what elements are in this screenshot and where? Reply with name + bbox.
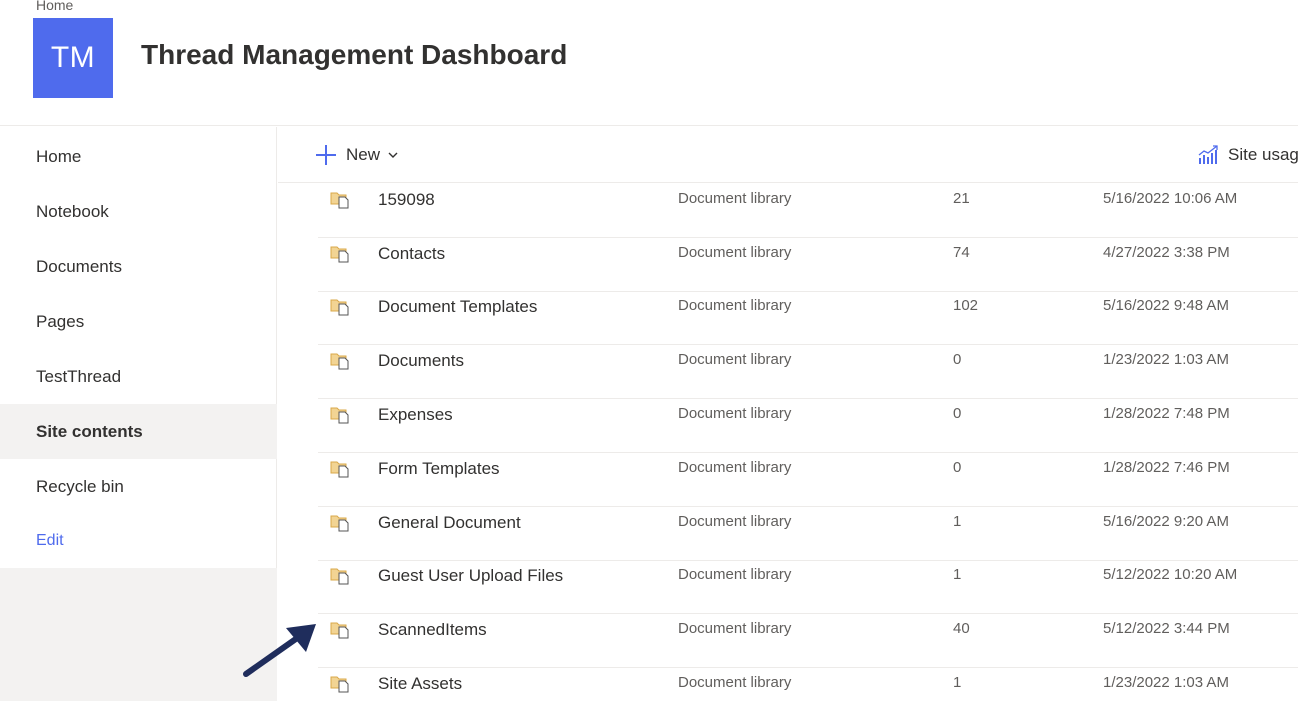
row-name[interactable]: Expenses: [378, 405, 453, 425]
nav-item-notebook[interactable]: Notebook: [0, 184, 277, 239]
nav-item-pages[interactable]: Pages: [0, 294, 277, 349]
row-modified: 5/16/2022 9:48 AM: [1103, 297, 1229, 314]
row-type: Document library: [678, 190, 792, 207]
breadcrumb[interactable]: Home: [36, 0, 73, 13]
row-count: 1: [953, 566, 962, 583]
page-title[interactable]: Thread Management Dashboard: [141, 39, 567, 71]
document-library-icon: [330, 407, 349, 424]
site-usage-button[interactable]: Site usag: [1198, 141, 1298, 169]
list-item[interactable]: Guest User Upload Files Document library…: [318, 560, 1298, 614]
row-type: Document library: [678, 674, 792, 691]
command-bar: New Site usag: [278, 127, 1298, 183]
row-count: 74: [953, 244, 970, 261]
list-item[interactable]: Expenses Document library 0 1/28/2022 7:…: [318, 399, 1298, 453]
document-library-icon: [330, 568, 349, 585]
row-count: 0: [953, 459, 962, 476]
row-count: 40: [953, 620, 970, 637]
list-item[interactable]: Form Templates Document library 0 1/28/2…: [318, 453, 1298, 507]
row-count: 0: [953, 351, 962, 368]
row-type: Document library: [678, 405, 792, 422]
row-name[interactable]: ScannedItems: [378, 620, 487, 640]
nav-list: Home Notebook Documents Pages TestThread…: [0, 127, 277, 568]
document-library-icon: [330, 299, 349, 316]
nav-item-testthread[interactable]: TestThread: [0, 349, 277, 404]
row-type: Document library: [678, 513, 792, 530]
nav-item-recycle-bin[interactable]: Recycle bin: [0, 459, 277, 514]
row-type: Document library: [678, 351, 792, 368]
nav-item-site-contents[interactable]: Site contents: [0, 404, 277, 459]
new-button[interactable]: New: [316, 141, 398, 169]
new-button-label: New: [346, 145, 381, 164]
list-item[interactable]: General Document Document library 1 5/16…: [318, 507, 1298, 561]
row-name[interactable]: Site Assets: [378, 674, 462, 694]
list-item[interactable]: ScannedItems Document library 40 5/12/20…: [318, 614, 1298, 668]
row-name[interactable]: Form Templates: [378, 459, 500, 479]
document-library-icon: [330, 676, 349, 693]
list-item[interactable]: Document Templates Document library 102 …: [318, 291, 1298, 345]
row-modified: 1/23/2022 1:03 AM: [1103, 351, 1229, 368]
row-name[interactable]: Document Templates: [378, 297, 537, 317]
site-usage-label: Site usag: [1228, 145, 1298, 164]
document-library-icon: [330, 622, 349, 639]
document-library-icon: [330, 461, 349, 478]
nav-item-documents[interactable]: Documents: [0, 239, 277, 294]
row-modified: 1/28/2022 7:48 PM: [1103, 405, 1230, 422]
list-item[interactable]: Site Assets Document library 1 1/23/2022…: [318, 668, 1298, 722]
row-type: Document library: [678, 566, 792, 583]
main-content: New Site usag 159098 Document library 21: [278, 127, 1298, 701]
row-count: 1: [953, 513, 962, 530]
document-library-icon: [330, 353, 349, 370]
row-name[interactable]: Documents: [378, 351, 464, 371]
document-library-icon: [330, 192, 349, 209]
row-modified: 1/23/2022 1:03 AM: [1103, 674, 1229, 691]
row-type: Document library: [678, 620, 792, 637]
annotation-arrow-icon: [243, 624, 316, 677]
row-count: 102: [953, 297, 979, 314]
row-type: Document library: [678, 297, 792, 314]
chevron-down-icon: [388, 152, 398, 158]
row-modified: 5/12/2022 10:20 AM: [1103, 566, 1238, 583]
list-item[interactable]: 159098 Document library 21 5/16/2022 10:…: [318, 184, 1298, 238]
row-name[interactable]: General Document: [378, 513, 521, 533]
plus-icon: [316, 145, 336, 165]
site-header: Home TM Thread Management Dashboard: [0, 0, 1298, 126]
list-item[interactable]: Documents Document library 0 1/23/2022 1…: [318, 345, 1298, 399]
row-modified: 4/27/2022 3:38 PM: [1103, 244, 1230, 261]
nav-edit-link[interactable]: Edit: [0, 513, 277, 568]
document-library-icon: [330, 515, 349, 532]
row-count: 21: [953, 190, 970, 207]
row-modified: 5/16/2022 9:20 AM: [1103, 513, 1229, 530]
row-modified: 5/16/2022 10:06 AM: [1103, 190, 1238, 207]
row-name[interactable]: Contacts: [378, 244, 445, 264]
nav-item-home[interactable]: Home: [0, 129, 277, 184]
row-count: 1: [953, 674, 962, 691]
row-count: 0: [953, 405, 962, 422]
row-type: Document library: [678, 459, 792, 476]
row-modified: 1/28/2022 7:46 PM: [1103, 459, 1230, 476]
row-name[interactable]: 159098: [378, 190, 435, 210]
site-logo[interactable]: TM: [33, 18, 113, 98]
left-navigation: Home Notebook Documents Pages TestThread…: [0, 127, 277, 701]
row-modified: 5/12/2022 3:44 PM: [1103, 620, 1230, 637]
chart-icon: [1198, 145, 1218, 164]
row-name[interactable]: Guest User Upload Files: [378, 566, 563, 586]
list-item[interactable]: Contacts Document library 74 4/27/2022 3…: [318, 238, 1298, 292]
document-library-icon: [330, 246, 349, 263]
row-type: Document library: [678, 244, 792, 261]
